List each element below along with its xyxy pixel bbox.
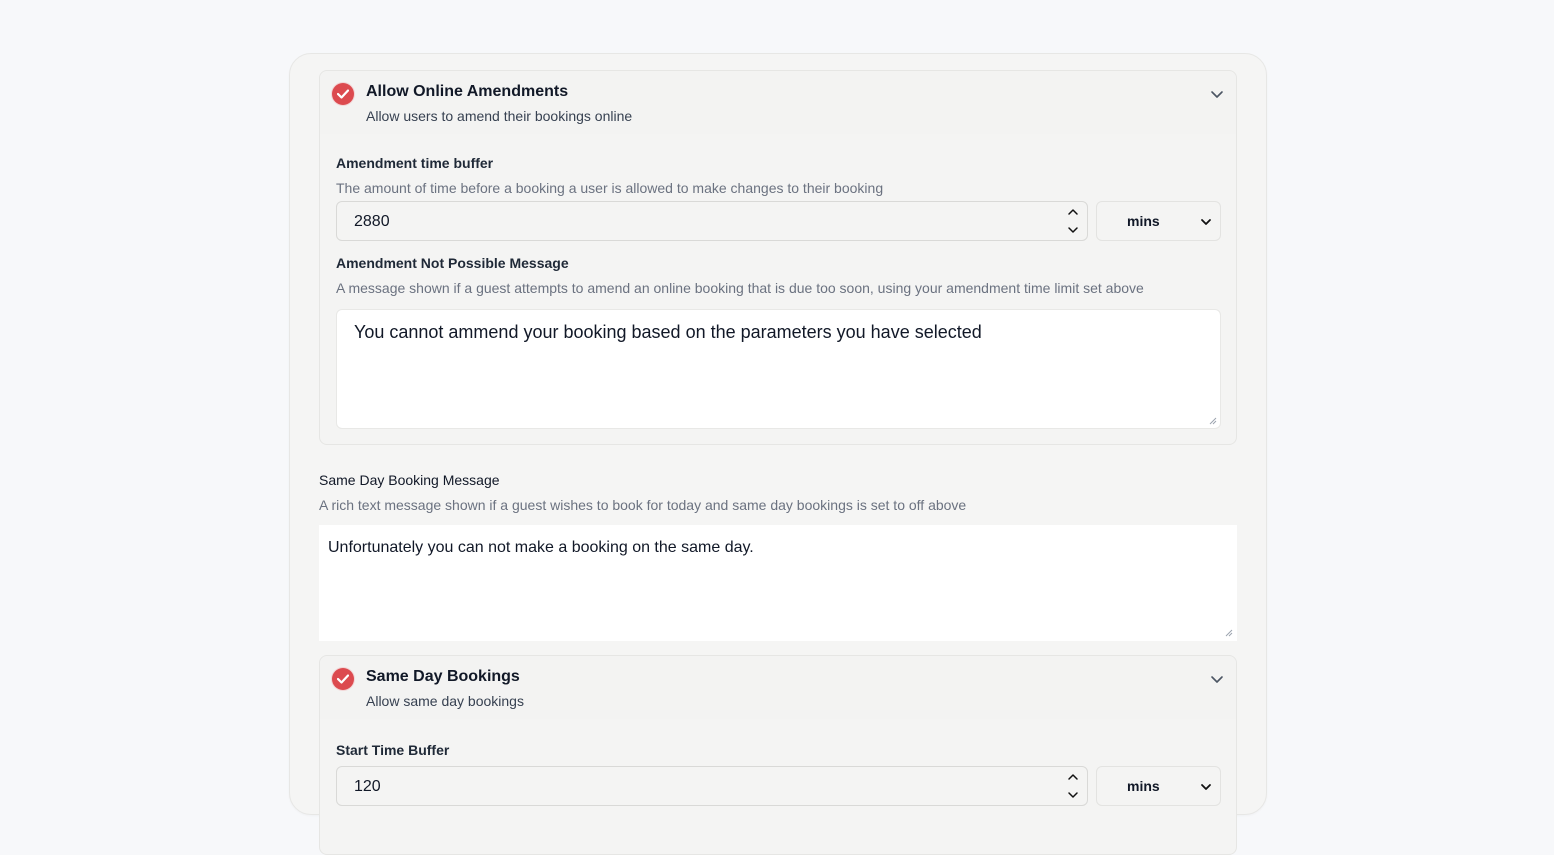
amendment-unit-select[interactable]: mins bbox=[1096, 201, 1221, 241]
same-day-message-value: Unfortunately you can not make a booking… bbox=[328, 539, 754, 556]
amendment-buffer-help: The amount of time before a booking a us… bbox=[336, 180, 884, 196]
start-time-unit-select[interactable]: mins bbox=[1096, 766, 1221, 806]
start-time-buffer-value: 120 bbox=[354, 778, 381, 795]
resize-grip-icon[interactable] bbox=[1225, 629, 1233, 637]
spinner-arrows-icon[interactable] bbox=[1067, 771, 1079, 801]
start-time-buffer-input[interactable]: 120 bbox=[336, 766, 1088, 806]
start-time-unit-value: mins bbox=[1127, 778, 1160, 794]
chevron-down-icon[interactable] bbox=[1210, 672, 1224, 686]
section-subtitle: Allow users to amend their bookings onli… bbox=[366, 108, 633, 124]
amendment-buffer-value: 2880 bbox=[354, 213, 390, 230]
amendment-buffer-input[interactable]: 2880 bbox=[336, 201, 1088, 241]
same-day-message-editor[interactable]: Unfortunately you can not make a booking… bbox=[319, 525, 1237, 641]
same-day-message-help: A rich text message shown if a guest wis… bbox=[319, 497, 967, 513]
check-circle-icon[interactable] bbox=[332, 83, 354, 105]
settings-card: Allow Online Amendments Allow users to a… bbox=[289, 53, 1267, 855]
amendments-section: Allow Online Amendments Allow users to a… bbox=[319, 70, 1237, 445]
start-time-buffer-label: Start Time Buffer bbox=[336, 742, 450, 758]
same-day-section-header[interactable]: Same Day Bookings Allow same day booking… bbox=[320, 656, 1236, 719]
spinner-arrows-icon[interactable] bbox=[1067, 206, 1079, 236]
section-title: Allow Online Amendments bbox=[366, 83, 569, 100]
chevron-down-icon bbox=[1201, 784, 1211, 790]
same-day-bookings-section: Same Day Bookings Allow same day booking… bbox=[319, 655, 1237, 855]
chevron-down-icon bbox=[1201, 219, 1211, 225]
amendment-buffer-label: Amendment time buffer bbox=[336, 155, 494, 171]
amendment-message-textarea[interactable]: You cannot ammend your booking based on … bbox=[336, 309, 1221, 429]
section-subtitle: Allow same day bookings bbox=[366, 693, 524, 709]
section-title: Same Day Bookings bbox=[366, 668, 520, 685]
amendments-section-header[interactable]: Allow Online Amendments Allow users to a… bbox=[320, 71, 1236, 134]
amendment-message-label: Amendment Not Possible Message bbox=[336, 255, 569, 271]
same-day-message-label: Same Day Booking Message bbox=[319, 472, 500, 488]
amendment-message-help: A message shown if a guest attempts to a… bbox=[336, 280, 1144, 296]
amendment-unit-value: mins bbox=[1127, 213, 1160, 229]
check-circle-icon[interactable] bbox=[332, 668, 354, 690]
chevron-down-icon[interactable] bbox=[1210, 87, 1224, 101]
amendment-message-value: You cannot ammend your booking based on … bbox=[354, 322, 982, 342]
resize-grip-icon[interactable] bbox=[1209, 417, 1217, 425]
